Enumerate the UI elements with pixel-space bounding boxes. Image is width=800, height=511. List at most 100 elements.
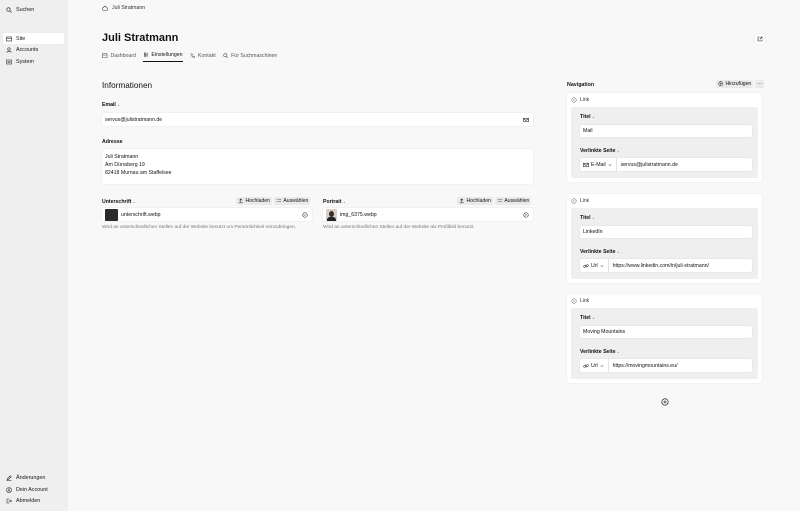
signature-select-button[interactable]: Auswählen [273, 197, 311, 205]
navigation-item-header[interactable]: Link [567, 194, 762, 208]
open-page-button[interactable] [755, 34, 765, 44]
link-type-label: Url [591, 262, 598, 269]
dashboard-icon [102, 53, 108, 58]
linked-page-label-text: Verlinkte Seite [580, 249, 616, 255]
logout-icon [6, 498, 12, 503]
title-field[interactable]: Moving Mountains [580, 326, 752, 338]
required-marker: • [617, 249, 620, 255]
breadcrumb[interactable]: Juli Stratmann [102, 5, 145, 11]
signature-actions: Hochladen Auswählen [236, 197, 311, 205]
tab-dashboard[interactable]: Dashboard [102, 52, 136, 62]
address-line: Am Dürraberg 19 [105, 162, 145, 168]
address-label: Adresse [102, 139, 122, 145]
linked-page-field[interactable]: E-Mail servus@julistratmann.de [580, 158, 752, 171]
linked-page-label: Verlinkte Seite • [580, 249, 749, 255]
navigation-item-header[interactable]: Link [567, 294, 762, 308]
portrait-upload-button[interactable]: Hochladen [457, 197, 493, 205]
signature-upload-button[interactable]: Hochladen [236, 197, 272, 205]
sidebar-item-accounts[interactable]: Accounts [3, 44, 64, 55]
select-label: Auswählen [504, 198, 530, 204]
linked-page-label: Verlinkte Seite • [580, 349, 749, 355]
user-icon [6, 46, 12, 53]
navigation-item-type: Link [580, 97, 590, 103]
title-value: Moving Mountains [583, 329, 626, 335]
navigation-item-fields: Titel • LinkedIn Verlinkte Seite • Url htt… [571, 208, 758, 279]
external-link-icon [757, 36, 763, 42]
email-field[interactable]: servus@julistratmann.de [102, 113, 533, 126]
navigation-item-fields: Titel • Mail Verlinkte Seite • E-Mail serv… [571, 107, 758, 178]
remove-icon[interactable] [302, 211, 308, 218]
mail-icon [523, 117, 529, 122]
chevron-down-icon [608, 163, 612, 166]
portrait-thumbnail [326, 208, 337, 221]
sidebar-item-system[interactable]: System [3, 56, 64, 67]
linked-page-label-text: Verlinkte Seite [580, 148, 616, 154]
required-marker: • [343, 199, 346, 205]
navigation-item-header[interactable]: Link [567, 93, 762, 107]
signature-thumbnail [105, 208, 118, 221]
search-button[interactable]: Suchen [3, 4, 64, 15]
link-type-label: Url [591, 362, 598, 369]
main-content: Juli Stratmann Juli Stratmann Dashboard … [68, 0, 800, 511]
portrait-label-text: Portrait [323, 199, 342, 205]
link-type-select[interactable]: E-Mail [583, 158, 617, 171]
navigation-item: Link Titel • LinkedIn Verlinkte Seite • Ur… [567, 194, 762, 283]
linked-page-label: Verlinkte Seite • [580, 148, 749, 154]
settings-icon [6, 59, 12, 64]
search-icon [223, 53, 228, 58]
tab-contact[interactable]: Kontakt [190, 52, 216, 62]
title-label-text: Titel [580, 215, 591, 221]
navigation-title: Navigation [567, 82, 595, 88]
sliders-icon [143, 52, 148, 58]
title-label: Titel • [580, 215, 749, 221]
address-line: Juli Stratmann [105, 154, 139, 160]
search-label: Suchen [16, 6, 35, 13]
sidebar-item-account[interactable]: Dein Account [3, 484, 64, 495]
link-icon [571, 97, 577, 103]
link-type-select[interactable]: Url [583, 259, 609, 272]
portrait-file-name: img_6375.webp [340, 211, 377, 218]
sidebar-item-site[interactable]: Site [3, 33, 64, 44]
more-icon: ··· [757, 81, 763, 87]
upload-icon [238, 198, 243, 204]
remove-icon[interactable] [523, 211, 529, 218]
tab-label: Einstellungen [151, 52, 183, 58]
portrait-file-item[interactable]: img_6375.webp [323, 208, 533, 221]
chevron-down-icon [600, 364, 604, 367]
linked-page-field[interactable]: Url https://movingmountains.eu/ [580, 359, 752, 372]
navigation-actions: Hinzufügen ··· [716, 80, 765, 88]
required-marker: • [617, 148, 620, 154]
title-label-text: Titel [580, 114, 591, 120]
sidebar-item-changes[interactable]: Änderungen [3, 472, 64, 483]
add-link-button[interactable]: Hinzufügen [716, 80, 754, 88]
link-value: servus@julistratmann.de [620, 161, 678, 168]
upload-label: Hochladen [245, 198, 270, 204]
upload-icon [459, 198, 464, 204]
linked-page-field[interactable]: Url https://www.linkedin.com/in/juli-str… [580, 259, 752, 272]
portrait-actions: Hochladen Auswählen [457, 197, 532, 205]
title-value: LinkedIn [583, 229, 603, 235]
sidebar-item-logout[interactable]: Abmelden [3, 495, 64, 506]
portrait-select-button[interactable]: Auswählen [494, 197, 532, 205]
phone-icon [190, 53, 195, 58]
link-icon [571, 198, 577, 204]
link-type-select[interactable]: Url [583, 359, 609, 372]
pencil-icon [6, 474, 12, 481]
tab-seo[interactable]: Für Suchmaschinen [223, 52, 277, 62]
title-value: Mail [583, 128, 593, 134]
sidebar-item-label: Änderungen [16, 474, 46, 481]
tab-settings[interactable]: Einstellungen [142, 52, 183, 62]
portrait-help: Wird an unterschiedlichen Stellen auf de… [323, 225, 475, 230]
chevron-down-icon [600, 264, 604, 267]
address-textarea[interactable]: Juli Stratmann Am Dürraberg 19 82418 Mur… [102, 149, 533, 184]
title-field[interactable]: LinkedIn [580, 226, 752, 238]
required-marker: • [133, 199, 135, 205]
title-field[interactable]: Mail [580, 125, 752, 137]
add-navigation-item-icon[interactable] [661, 398, 669, 406]
more-options-button[interactable]: ··· [755, 80, 765, 88]
signature-file-item[interactable]: unterschrift.webp [102, 208, 312, 221]
link-chain-icon [583, 363, 589, 368]
signature-help: Wird an unterschiedlichen Stellen auf de… [102, 225, 297, 230]
signature-label-text: Unterschrift [102, 199, 132, 205]
title-label: Titel • [580, 315, 749, 321]
